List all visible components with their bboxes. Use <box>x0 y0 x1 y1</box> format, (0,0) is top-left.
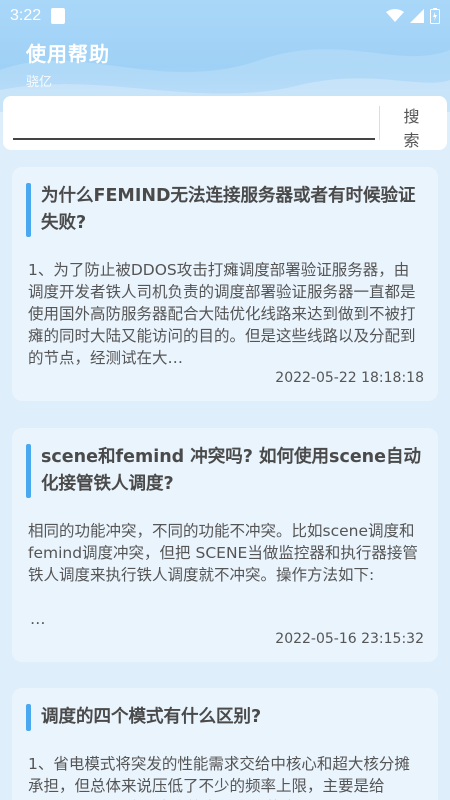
card-title: 调度的四个模式有什么区别? <box>41 707 262 727</box>
signal-icon <box>410 9 424 23</box>
battery-icon <box>430 8 440 24</box>
card-body: 相同的功能冲突，不同的功能不冲突。比如scene调度和femind调度冲突，但把… <box>28 522 418 584</box>
status-icons <box>386 8 440 24</box>
card-title: scene和femind 冲突吗? 如何使用scene自动化接管铁人调度? <box>41 447 422 494</box>
title-accent-bar <box>26 183 31 237</box>
search-button[interactable]: 搜 索 <box>380 103 443 150</box>
card-body-more: … <box>30 610 46 628</box>
header: 使用帮助 骁亿 <box>26 38 110 90</box>
title-accent-bar <box>26 444 31 498</box>
status-time: 3:22 <box>10 7 42 24</box>
page-title: 使用帮助 <box>26 42 110 66</box>
search-input[interactable] <box>13 106 375 140</box>
card-title: 为什么FEMIND无法连接服务器或者有时候验证失败? <box>41 186 416 233</box>
card-date: 2022-05-16 23:15:32 <box>275 631 424 647</box>
sim-icon <box>51 8 66 24</box>
page-subtitle: 骁亿 <box>26 75 53 90</box>
status-bar: 3:22 <box>0 0 450 32</box>
faq-card[interactable]: scene和femind 冲突吗? 如何使用scene自动化接管铁人调度? 相同… <box>12 428 438 662</box>
card-date: 2022-05-22 18:18:18 <box>275 370 424 386</box>
wifi-icon <box>386 9 404 22</box>
card-body: 1、为了防止被DDOS攻击打瘫调度部署验证服务器，由调度开发者铁人司机负责的调度… <box>28 261 416 367</box>
faq-card[interactable]: 调度的四个模式有什么区别? 1、省电模式将突发的性能需求交给中核心和超大核分摊承… <box>12 688 438 800</box>
faq-card[interactable]: 为什么FEMIND无法连接服务器或者有时候验证失败? 1、为了防止被DDOS攻击… <box>12 167 438 401</box>
title-accent-bar <box>26 704 31 731</box>
search-bar: 搜 索 <box>3 96 447 150</box>
card-body: 1、省电模式将突发的性能需求交给中核心和超大核分摊承担，但总体来说压低了不少的频… <box>28 755 410 800</box>
